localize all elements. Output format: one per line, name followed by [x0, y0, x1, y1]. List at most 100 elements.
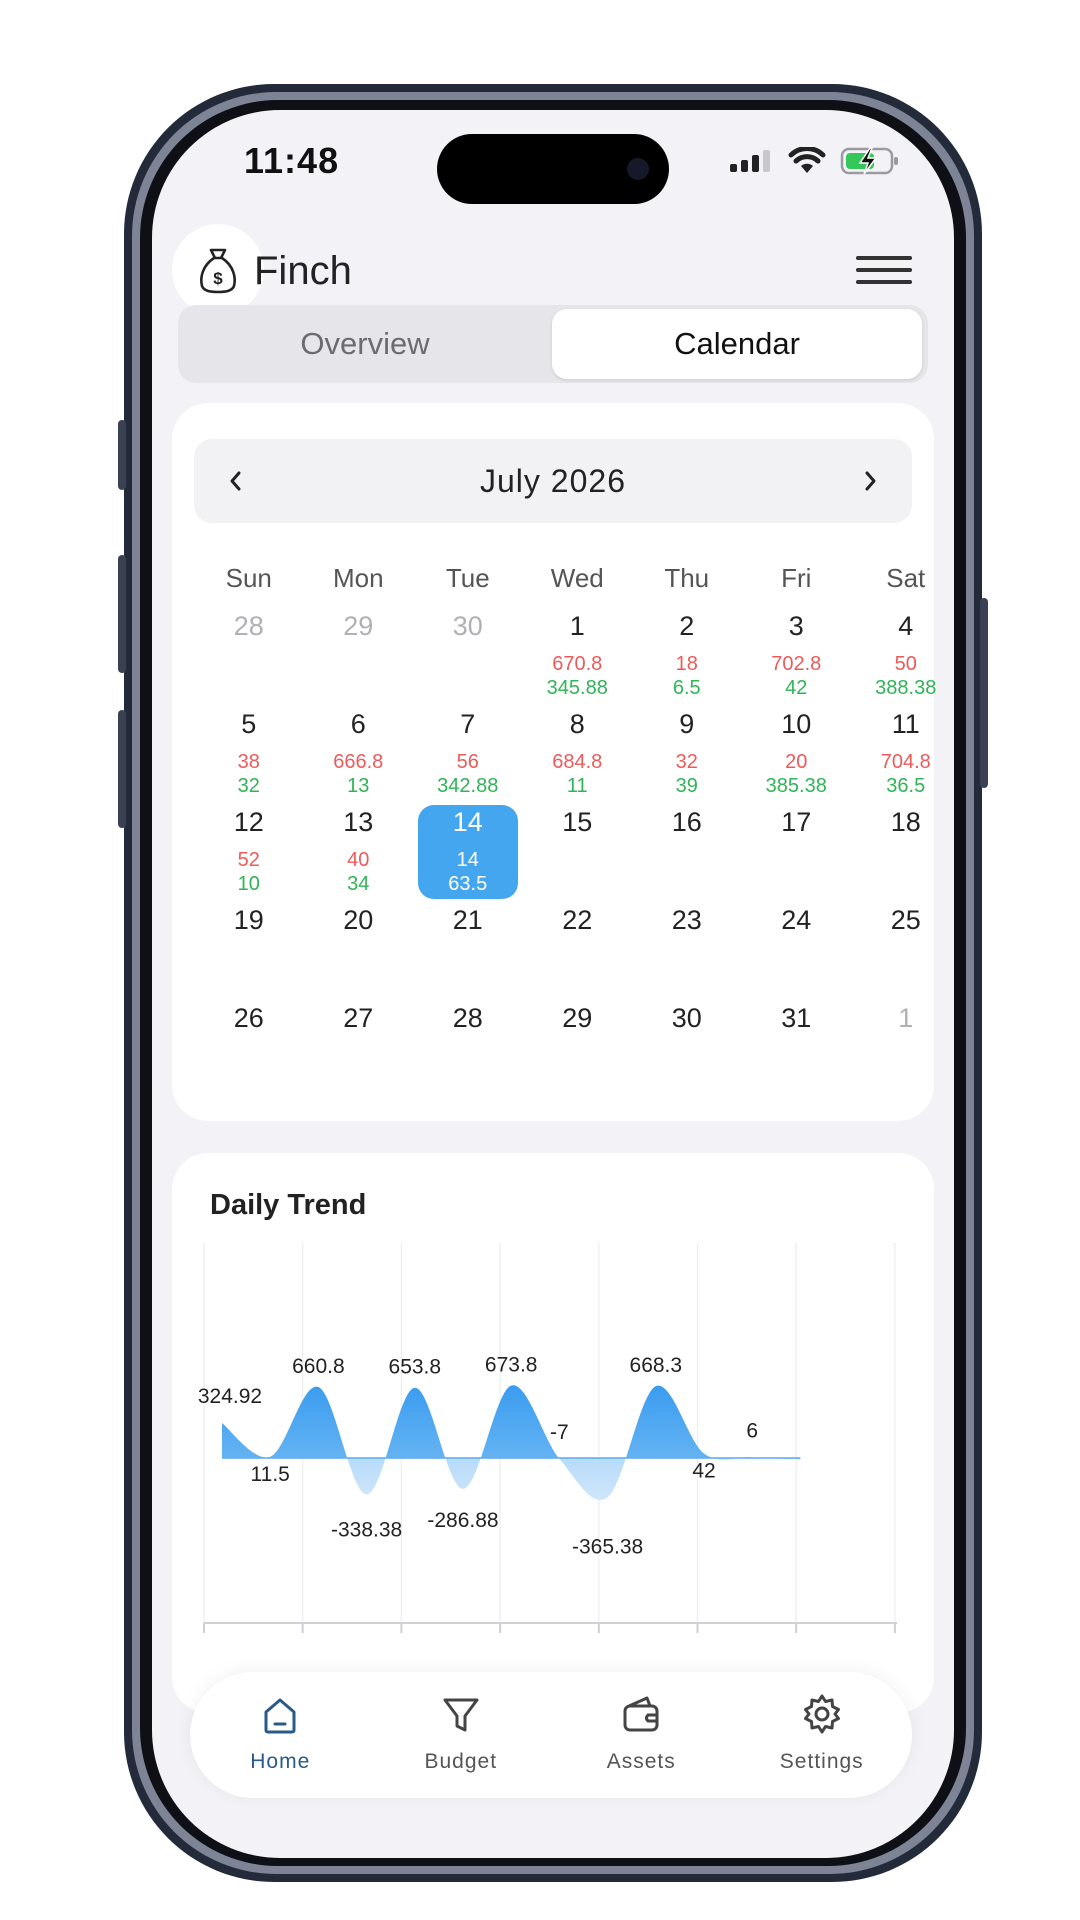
- weekday-label: Mon: [332, 563, 384, 593]
- day-number: 25: [890, 905, 921, 935]
- calendar-day-selected[interactable]: 14 14 63.5: [413, 803, 523, 901]
- day-expense: 32: [675, 751, 698, 773]
- calendar-day[interactable]: 10 20 385.38: [742, 705, 852, 803]
- chart-data-label: 324.92: [198, 1385, 262, 1408]
- cellular-signal-icon: [730, 150, 770, 172]
- calendar-day[interactable]: 7 56 342.88: [413, 705, 523, 803]
- screen: 11:48 $ Finch Overview Calendar July 202…: [152, 110, 954, 1858]
- calendar-day[interactable]: 5 38 32: [194, 705, 304, 803]
- day-income: 345.88: [546, 677, 608, 699]
- filter-icon: [443, 1698, 479, 1732]
- calendar-day[interactable]: 11 704.8 36.5: [851, 705, 954, 803]
- volume-up-button: [118, 555, 126, 673]
- weekday-label: Wed: [550, 563, 604, 593]
- month-navigator: July 2026: [194, 439, 912, 523]
- calendar-week-row: 19 20 21 22 23 24 25: [194, 901, 954, 999]
- day-number: 20: [343, 905, 374, 935]
- chart-data-label: 653.8: [389, 1356, 442, 1379]
- bottom-nav: Home Budget Assets Settings: [190, 1672, 912, 1798]
- day-income: 342.88: [437, 775, 499, 797]
- calendar-day[interactable]: 2 18 6.5: [632, 607, 742, 705]
- calendar-day[interactable]: 30: [413, 607, 523, 705]
- calendar-card: July 2026 Sun Mon Tue Wed Thu Fri Sat 28 29 30 1 6…: [172, 403, 936, 1121]
- day-expense: 14: [456, 849, 479, 871]
- weekday-label: Sun: [225, 563, 272, 593]
- calendar-day[interactable]: 6 666.8 13: [304, 705, 414, 803]
- calendar-day[interactable]: 24: [742, 901, 852, 999]
- chart-data-label: -7: [550, 1421, 569, 1444]
- calendar-day[interactable]: 26: [194, 999, 304, 1097]
- status-time: 11:48: [244, 140, 340, 181]
- calendar-day[interactable]: 15: [523, 803, 633, 901]
- gear-icon: [803, 1694, 840, 1734]
- day-income: 10: [237, 873, 260, 895]
- day-number: 2: [679, 611, 695, 641]
- day-expense: 702.8: [771, 653, 822, 675]
- calendar-day[interactable]: 27: [304, 999, 414, 1097]
- chart-data-label: -286.88: [427, 1509, 498, 1532]
- day-expense: 38: [237, 751, 260, 773]
- calendar-day[interactable]: 28: [413, 999, 523, 1097]
- day-number: 22: [562, 905, 593, 935]
- nav-home[interactable]: Home: [190, 1672, 371, 1798]
- day-number: 21: [452, 905, 483, 935]
- calendar-day[interactable]: 29: [304, 607, 414, 705]
- day-number: 28: [233, 611, 264, 641]
- chevron-right-icon: [865, 471, 876, 491]
- weekday-label: Sat: [886, 563, 926, 593]
- calendar-day[interactable]: 13 40 34: [304, 803, 414, 901]
- calendar-day[interactable]: 1: [851, 999, 954, 1097]
- day-number: 28: [452, 1003, 483, 1033]
- calendar-day[interactable]: 9 32 39: [632, 705, 742, 803]
- calendar-day[interactable]: 3 702.8 42: [742, 607, 852, 705]
- day-number: 18: [890, 807, 921, 837]
- weekday-header: Sun Mon Tue Wed Thu Fri Sat: [194, 563, 954, 607]
- day-number: 27: [343, 1003, 374, 1033]
- calendar-day[interactable]: 31: [742, 999, 852, 1097]
- calendar-day[interactable]: 8 684.8 11: [523, 705, 633, 803]
- volume-down-button: [118, 710, 126, 828]
- calendar-day[interactable]: 21: [413, 901, 523, 999]
- day-number: 7: [460, 709, 476, 739]
- tab-calendar[interactable]: Calendar: [552, 309, 922, 379]
- day-income: 388.38: [875, 677, 937, 699]
- day-number: 13: [343, 807, 374, 837]
- next-month-button[interactable]: [828, 439, 912, 523]
- status-icons: [730, 146, 900, 176]
- calendar-day[interactable]: 20: [304, 901, 414, 999]
- nav-settings[interactable]: Settings: [732, 1672, 913, 1798]
- calendar-day[interactable]: 12 52 10: [194, 803, 304, 901]
- money-bag-icon: $: [200, 248, 236, 294]
- side-button: [980, 598, 988, 788]
- calendar-day[interactable]: 16: [632, 803, 742, 901]
- calendar-day[interactable]: 30: [632, 999, 742, 1097]
- calendar-day[interactable]: 22: [523, 901, 633, 999]
- calendar-day[interactable]: 29: [523, 999, 633, 1097]
- day-number: 15: [562, 807, 593, 837]
- nav-budget[interactable]: Budget: [371, 1672, 552, 1798]
- day-number: 29: [343, 611, 374, 641]
- chart-data-label: 11.5: [251, 1463, 290, 1486]
- calendar-day[interactable]: 18: [851, 803, 954, 901]
- calendar-grid: Sun Mon Tue Wed Thu Fri Sat 28 29 30 1 670.8 345.88…: [194, 563, 954, 1097]
- calendar-day[interactable]: 17: [742, 803, 852, 901]
- tab-overview[interactable]: Overview: [182, 309, 548, 379]
- calendar-day[interactable]: 28: [194, 607, 304, 705]
- camera-icon: [627, 158, 649, 180]
- hamburger-menu-icon[interactable]: [856, 242, 912, 298]
- calendar-day[interactable]: 1 670.8 345.88: [523, 607, 633, 705]
- nav-assets[interactable]: Assets: [551, 1672, 732, 1798]
- calendar-day[interactable]: 25: [851, 901, 954, 999]
- day-number: 1: [898, 1003, 914, 1033]
- home-icon: [264, 1698, 296, 1734]
- day-expense: 18: [675, 653, 698, 675]
- chart-data-label: 660.8: [292, 1355, 345, 1378]
- calendar-day[interactable]: 19: [194, 901, 304, 999]
- calendar-day[interactable]: 4 50 388.38: [851, 607, 954, 705]
- calendar-day[interactable]: 23: [632, 901, 742, 999]
- wifi-icon: [788, 147, 826, 173]
- day-expense: 666.8: [333, 751, 384, 773]
- day-number: 17: [781, 807, 812, 837]
- app-title: Finch: [254, 249, 352, 293]
- chart-data-label: 673.8: [485, 1354, 538, 1377]
